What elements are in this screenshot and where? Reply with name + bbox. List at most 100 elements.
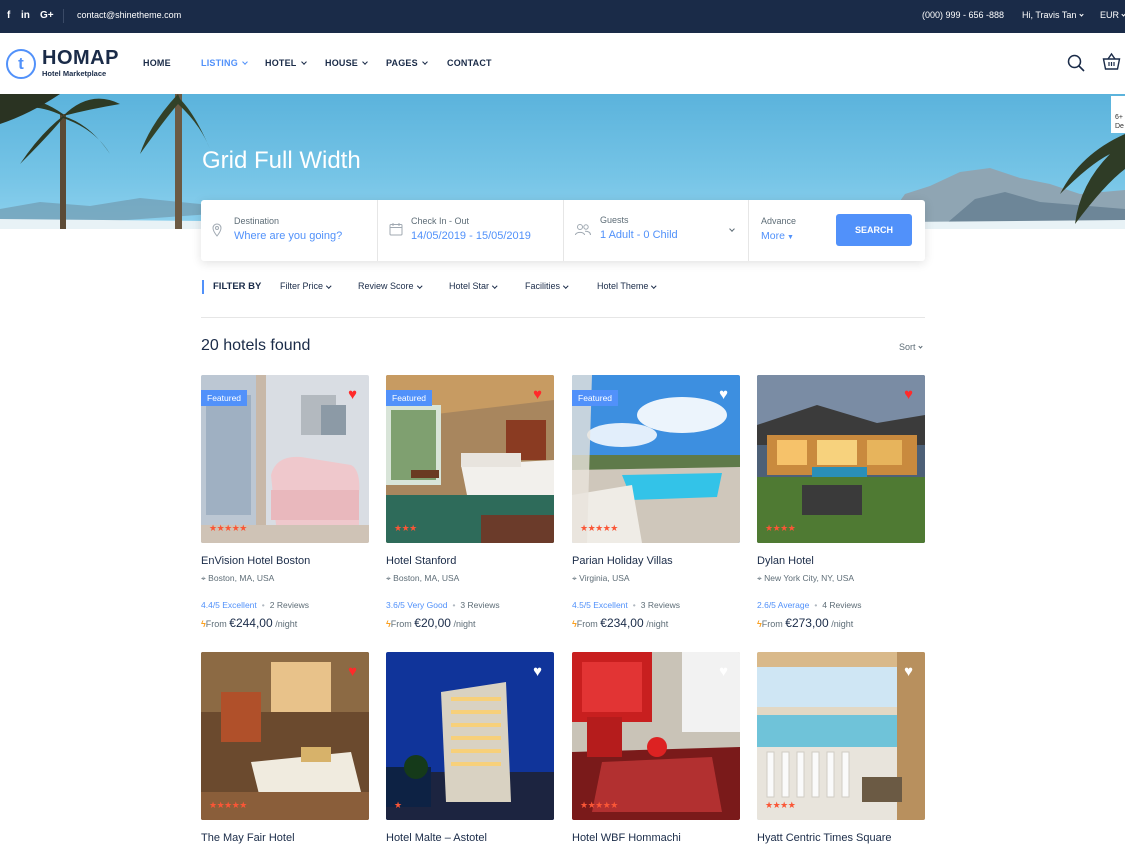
filter-facilities[interactable]: Facilities [525,281,569,291]
logo-icon[interactable]: t [6,49,36,79]
nav-label: CONTACT [447,58,492,68]
review-score: 3.6/5 Very Good [386,600,448,610]
hotel-rating: 4.5/5 Excellent • 3 Reviews [572,600,680,610]
hotel-image[interactable]: Featured ♥ ★★★★★ [572,375,740,543]
hotel-name[interactable]: Hyatt Centric Times Square [757,832,892,844]
wishlist-heart-icon[interactable]: ♥ [533,664,542,679]
advance-field[interactable]: Advance More ▼ [749,200,839,261]
nav-label: PAGES [386,58,418,68]
location-text: New York City, NY, USA [764,573,855,583]
hotel-image[interactable]: ♥ ★★★★ [757,375,925,543]
location-text: Boston, MA, USA [393,573,460,583]
page-title: Grid Full Width [202,147,361,174]
hotel-location: ⌖ Virginia, USA [572,573,630,584]
guests-value[interactable]: 1 Adult - 0 Child [600,229,678,241]
logo-name[interactable]: HOMAP [42,47,119,70]
price-unit: /night [275,619,298,629]
nav-pages[interactable]: PAGES [386,58,428,68]
nav-house[interactable]: HOUSE [325,58,368,68]
search-icon[interactable] [1067,54,1085,72]
review-count: 3 Reviews [460,600,500,610]
search-button[interactable]: SEARCH [836,214,912,246]
filter-price[interactable]: Filter Price [280,281,332,291]
wishlist-heart-icon[interactable]: ♥ [533,387,542,402]
nav-label: HOUSE [325,58,359,68]
hotel-name[interactable]: Hotel WBF Hommachi [572,832,681,844]
destination-field[interactable]: Destination Where are you going? [201,200,377,261]
hotel-name[interactable]: Parian Holiday Villas [572,555,673,567]
chevron-down-icon [362,59,368,65]
nav-contact[interactable]: CONTACT [447,58,492,68]
price-from: From [390,619,412,629]
star-rating: ★★★★★ [580,523,618,533]
destination-input[interactable]: Where are you going? [234,230,342,242]
guests-field[interactable]: Guests 1 Adult - 0 Child [564,200,748,261]
price-amount: €20,00 [414,616,451,630]
hotel-location: ⌖ Boston, MA, USA [201,573,274,584]
user-menu[interactable]: Hi, Travis Tan [1022,0,1084,33]
separator-dot: • [452,600,456,610]
currency-select[interactable]: EUR [1100,0,1125,33]
guests-label: Guests [600,215,629,225]
wishlist-heart-icon[interactable]: ♥ [348,387,357,402]
featured-badge: Featured [386,390,433,406]
chevron-down-icon [1121,12,1125,17]
hotel-name[interactable]: EnVision Hotel Boston [201,555,310,567]
hotel-price: ϟFrom €234,00 /night [572,616,668,630]
price-from: From [576,619,598,629]
wishlist-heart-icon[interactable]: ♥ [348,664,357,679]
star-rating: ★ [394,800,402,810]
contact-email[interactable]: contact@shinetheme.com [77,0,181,33]
hotel-image[interactable]: ♥ ★★★★★ [201,652,369,820]
top-bar: f in G+ contact@shinetheme.com (000) 999… [0,0,1125,33]
price-unit: /night [831,619,854,629]
filter-label: Hotel Theme [597,281,649,291]
filter-review-score[interactable]: Review Score [358,281,422,291]
wishlist-heart-icon[interactable]: ♥ [904,664,913,679]
wishlist-heart-icon[interactable]: ♥ [904,387,913,402]
location-text: Boston, MA, USA [208,573,275,583]
hotel-image[interactable]: Featured ♥ ★★★★★ [201,375,369,543]
nav-listing[interactable]: LISTING [201,58,248,68]
review-count: 3 Reviews [640,600,680,610]
date-range-field[interactable]: Check In - Out 14/05/2019 - 15/05/2019 [378,200,563,261]
star-rating: ★★★★★ [209,523,247,533]
hotel-image[interactable]: ♥ ★★★★★ [572,652,740,820]
wishlist-heart-icon[interactable]: ♥ [719,664,728,679]
chevron-down-icon[interactable] [729,226,735,232]
separator-dot: • [632,600,636,610]
hotel-name[interactable]: Hotel Malte – Astotel [386,832,487,844]
wishlist-heart-icon[interactable]: ♥ [719,387,728,402]
hotel-name[interactable]: Hotel Stanford [386,555,456,567]
sort-dropdown[interactable]: Sort [899,342,923,352]
hotel-image[interactable]: ♥ ★ [386,652,554,820]
hotel-image[interactable]: Featured ♥ ★★★ [386,375,554,543]
nav-hotel[interactable]: HOTEL [265,58,307,68]
hotel-photo [572,652,740,820]
nav-home[interactable]: HOME [143,58,171,68]
separator-dot: • [814,600,818,610]
hotel-name[interactable]: The May Fair Hotel [201,832,295,844]
chevron-down-icon [492,282,498,288]
hotel-image[interactable]: ♥ ★★★★ [757,652,925,820]
advance-more[interactable]: More ▼ [761,230,794,242]
side-widget[interactable]: 6+ De [1111,96,1125,133]
advance-label: Advance [761,216,797,226]
linkedin-icon[interactable]: in [21,0,30,33]
filter-hotel-theme[interactable]: Hotel Theme [597,281,657,291]
price-amount: €273,00 [785,616,829,630]
chevron-down-icon [422,59,428,65]
results-count: 20 hotels found [201,337,311,354]
filter-title: FILTER BY [213,281,262,292]
filter-hotel-star[interactable]: Hotel Star [449,281,498,291]
filter-label: Filter Price [280,281,324,291]
cart-icon[interactable] [1102,52,1121,71]
google-plus-icon[interactable]: G+ [40,0,54,33]
star-rating: ★★★★ [765,523,796,533]
hotel-name[interactable]: Dylan Hotel [757,555,814,567]
date-value[interactable]: 14/05/2019 - 15/05/2019 [411,230,531,242]
calendar-icon [389,223,403,236]
price-amount: €244,00 [229,616,273,630]
facebook-icon[interactable]: f [7,0,10,33]
featured-badge: Featured [201,390,248,406]
